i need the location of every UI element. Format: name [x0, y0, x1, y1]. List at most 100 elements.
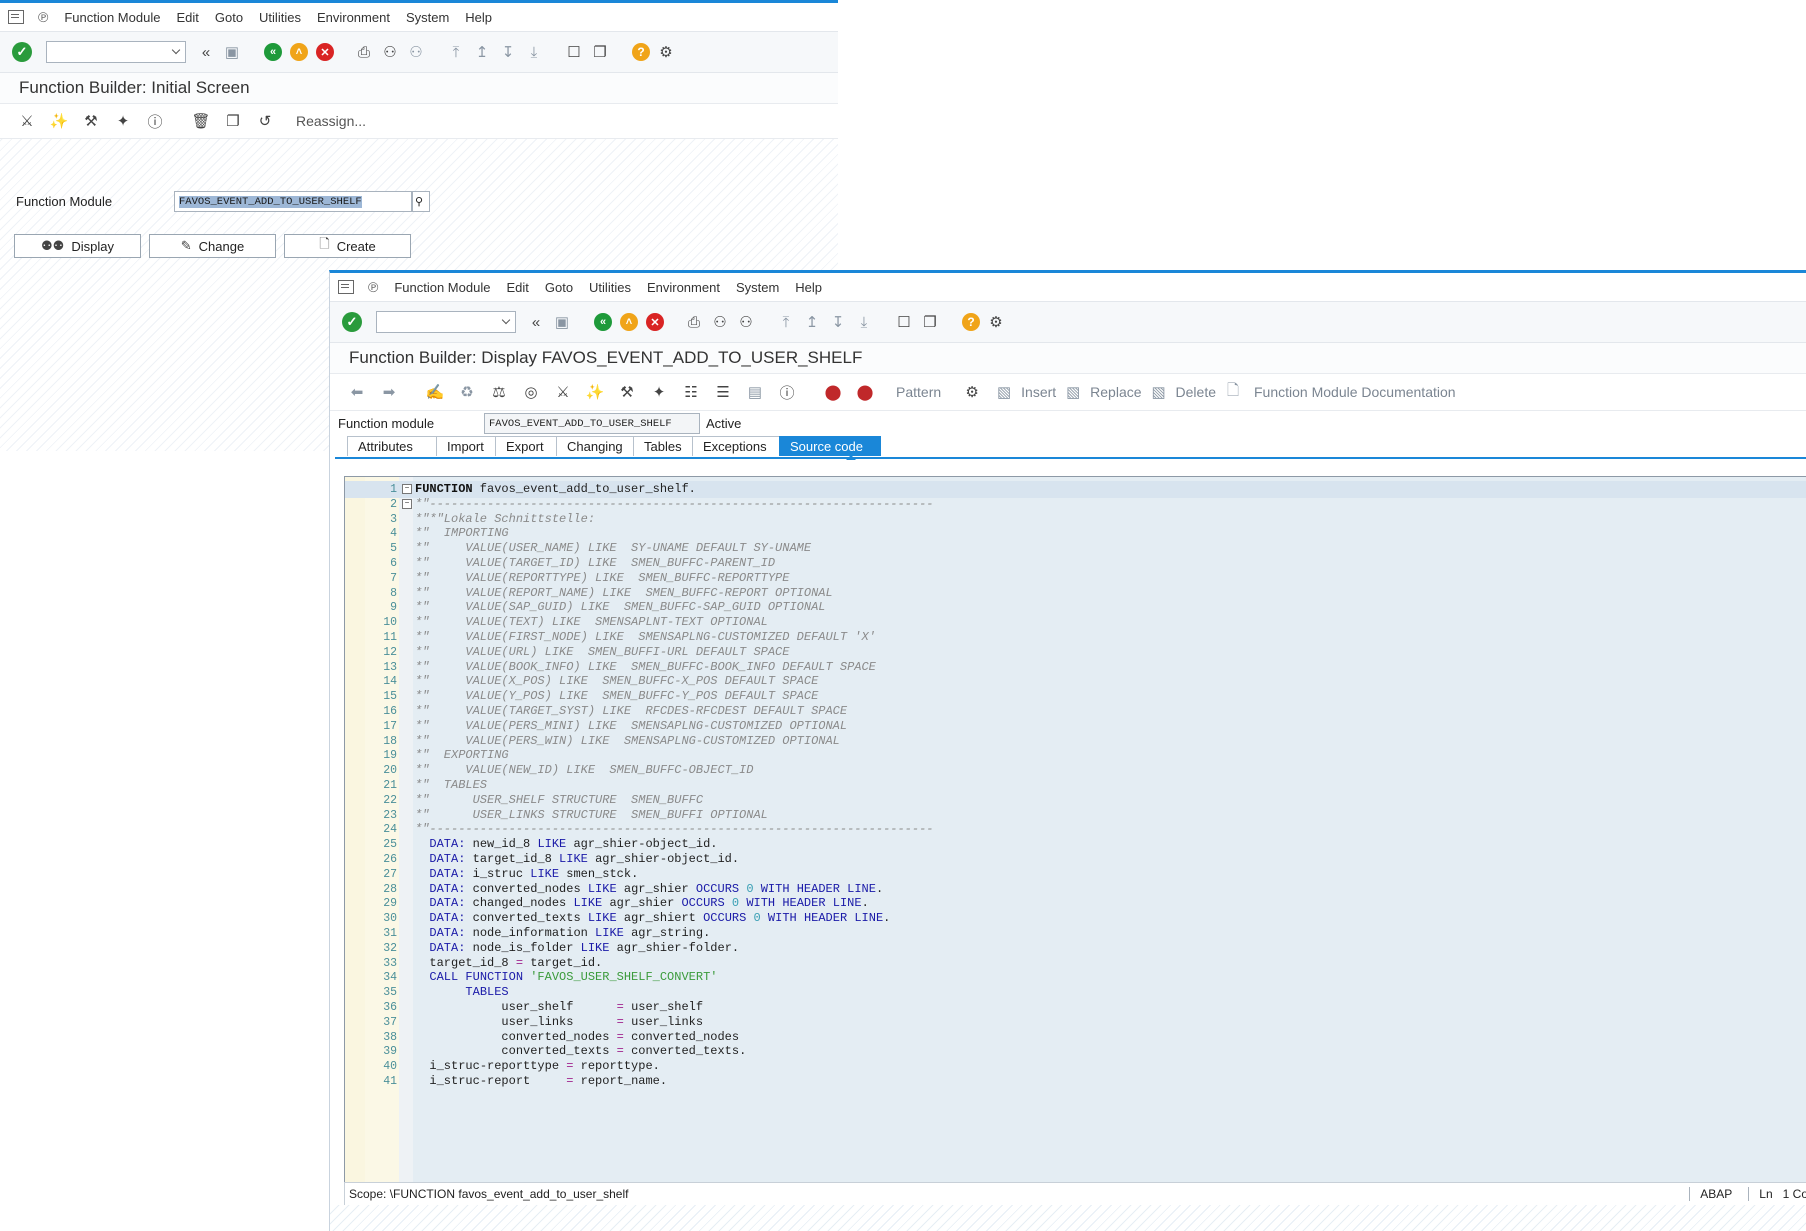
back-icon[interactable]: « — [264, 43, 282, 61]
display-change-icon[interactable]: ✍ — [420, 380, 450, 404]
menu-edit[interactable]: Edit — [506, 280, 528, 295]
test-execute-icon[interactable]: ⚒ — [612, 380, 642, 404]
command-field[interactable] — [376, 311, 516, 333]
reassign-button[interactable]: Reassign... — [296, 113, 366, 129]
menu-help[interactable]: Help — [795, 280, 822, 295]
info-icon[interactable]: ⓘ — [772, 380, 802, 404]
hierarchy-icon[interactable]: ☷ — [676, 380, 706, 404]
code-line[interactable]: 41 i_struc-report = report_name. — [345, 1073, 1806, 1090]
display-object-list-icon[interactable]: ▤ — [740, 380, 770, 404]
pretty-printer-icon[interactable]: ⚙ — [957, 380, 987, 404]
where-used-icon[interactable]: ✦ — [108, 109, 138, 133]
last-page-icon[interactable]: ⤓ — [852, 310, 876, 334]
session-breakpoint-icon[interactable]: ⬤ — [850, 380, 880, 404]
print-icon[interactable]: ⎙ — [352, 40, 376, 64]
first-page-icon[interactable]: ⤒ — [444, 40, 468, 64]
replace-icon[interactable]: ▧ — [1058, 380, 1088, 404]
enter-check-icon[interactable]: ✓ — [12, 42, 32, 62]
create-button[interactable]: 🗋 Create — [284, 234, 411, 258]
navigation-icon[interactable]: ☰ — [708, 380, 738, 404]
tab-attributes[interactable]: Attributes — [347, 436, 437, 456]
settings-gear-icon[interactable]: ⚙ — [984, 310, 1008, 334]
save-icon[interactable]: ▣ — [550, 310, 574, 334]
help-icon[interactable]: ? — [962, 313, 980, 331]
replace-button[interactable]: Replace — [1090, 384, 1141, 400]
double-chevron-left-icon[interactable]: « — [194, 40, 218, 64]
activate-icon[interactable]: ◎ — [516, 380, 546, 404]
next-page-icon[interactable]: ↧ — [496, 40, 520, 64]
cancel-icon[interactable]: ✕ — [646, 313, 664, 331]
info-icon[interactable]: ⓘ — [140, 109, 170, 133]
function-module-documentation-button[interactable]: Function Module Documentation — [1254, 384, 1456, 400]
menu-utilities[interactable]: Utilities — [259, 10, 301, 25]
tab-tables[interactable]: Tables — [633, 436, 693, 456]
menu-utilities[interactable]: Utilities — [589, 280, 631, 295]
find-icon[interactable]: ⚇ — [378, 40, 402, 64]
system-menu-icon[interactable] — [338, 280, 354, 294]
rename-icon[interactable]: ↺ — [250, 109, 280, 133]
source-code-editor[interactable]: 1− FUNCTION favos_event_add_to_user_shelf… — [344, 476, 1806, 1184]
delete-icon[interactable]: 🗑 — [186, 109, 216, 133]
insert-icon[interactable]: ▧ — [989, 380, 1019, 404]
test-wand-icon[interactable]: ✨ — [580, 380, 610, 404]
documentation-icon[interactable]: 🗋 — [1218, 380, 1248, 404]
next-page-icon[interactable]: ↧ — [826, 310, 850, 334]
copy-icon[interactable]: ❐ — [218, 109, 248, 133]
back-arrow-icon[interactable]: ⬅ — [342, 380, 372, 404]
menu-environment[interactable]: Environment — [317, 10, 390, 25]
cancel-icon[interactable]: ✕ — [316, 43, 334, 61]
menu-goto[interactable]: Goto — [215, 10, 243, 25]
other-object-icon[interactable]: ⚔ — [548, 380, 578, 404]
menu-function-module[interactable]: Function Module — [394, 280, 490, 295]
search-help-icon[interactable]: ⚲ — [412, 191, 430, 212]
check-icon[interactable]: ⚖ — [484, 380, 514, 404]
breakpoint-icon[interactable]: ⬤ — [818, 380, 848, 404]
test-execute-icon[interactable]: ⚒ — [76, 109, 106, 133]
function-module-input[interactable]: FAVOS_EVENT_ADD_TO_USER_SHELF — [174, 191, 412, 212]
find-next-icon[interactable]: ⚇ — [404, 40, 428, 64]
other-object-icon[interactable]: ⚔ — [12, 109, 42, 133]
tab-exceptions[interactable]: Exceptions — [692, 436, 780, 456]
find-next-icon[interactable]: ⚇ — [734, 310, 758, 334]
forward-arrow-icon[interactable]: ➡ — [374, 380, 404, 404]
previous-page-icon[interactable]: ↥ — [800, 310, 824, 334]
first-page-icon[interactable]: ⤒ — [774, 310, 798, 334]
tab-source-code[interactable]: Source code — [779, 436, 881, 456]
enter-check-icon[interactable]: ✓ — [342, 312, 362, 332]
display-button[interactable]: ⚉⚉ Display — [14, 234, 141, 258]
system-menu-icon[interactable] — [8, 10, 24, 24]
settings-gear-icon[interactable]: ⚙ — [654, 40, 678, 64]
layout-menu-icon[interactable]: ℗ — [38, 9, 48, 25]
delete-button[interactable]: Delete — [1176, 384, 1216, 400]
command-field[interactable] — [46, 41, 186, 63]
fold-toggle-icon[interactable]: − — [402, 484, 412, 494]
menu-goto[interactable]: Goto — [545, 280, 573, 295]
help-icon[interactable]: ? — [632, 43, 650, 61]
menu-system[interactable]: System — [406, 10, 449, 25]
save-icon[interactable]: ▣ — [220, 40, 244, 64]
back-icon[interactable]: « — [594, 313, 612, 331]
shortcut-icon[interactable]: ❐ — [588, 40, 612, 64]
last-page-icon[interactable]: ⤓ — [522, 40, 546, 64]
test-wand-icon[interactable]: ✨ — [44, 109, 74, 133]
change-button[interactable]: ✎ Change — [149, 234, 276, 258]
new-session-icon[interactable]: ☐ — [562, 40, 586, 64]
double-chevron-left-icon[interactable]: « — [524, 310, 548, 334]
where-used-icon[interactable]: ✦ — [644, 380, 674, 404]
layout-menu-icon[interactable]: ℗ — [368, 279, 378, 295]
function-module-input[interactable]: FAVOS_EVENT_ADD_TO_USER_SHELF — [484, 413, 700, 434]
tab-import[interactable]: Import — [436, 436, 496, 456]
menu-environment[interactable]: Environment — [647, 280, 720, 295]
pattern-button[interactable]: Pattern — [896, 384, 941, 400]
insert-button[interactable]: Insert — [1021, 384, 1056, 400]
print-icon[interactable]: ⎙ — [682, 310, 706, 334]
previous-page-icon[interactable]: ↥ — [470, 40, 494, 64]
menu-function-module[interactable]: Function Module — [64, 10, 160, 25]
fold-toggle-icon[interactable]: − — [402, 498, 412, 509]
find-icon[interactable]: ⚇ — [708, 310, 732, 334]
shortcut-icon[interactable]: ❐ — [918, 310, 942, 334]
exit-icon[interactable]: ˄ — [620, 313, 638, 331]
menu-edit[interactable]: Edit — [176, 10, 198, 25]
delete-icon[interactable]: ▧ — [1144, 380, 1174, 404]
tab-export[interactable]: Export — [495, 436, 557, 456]
